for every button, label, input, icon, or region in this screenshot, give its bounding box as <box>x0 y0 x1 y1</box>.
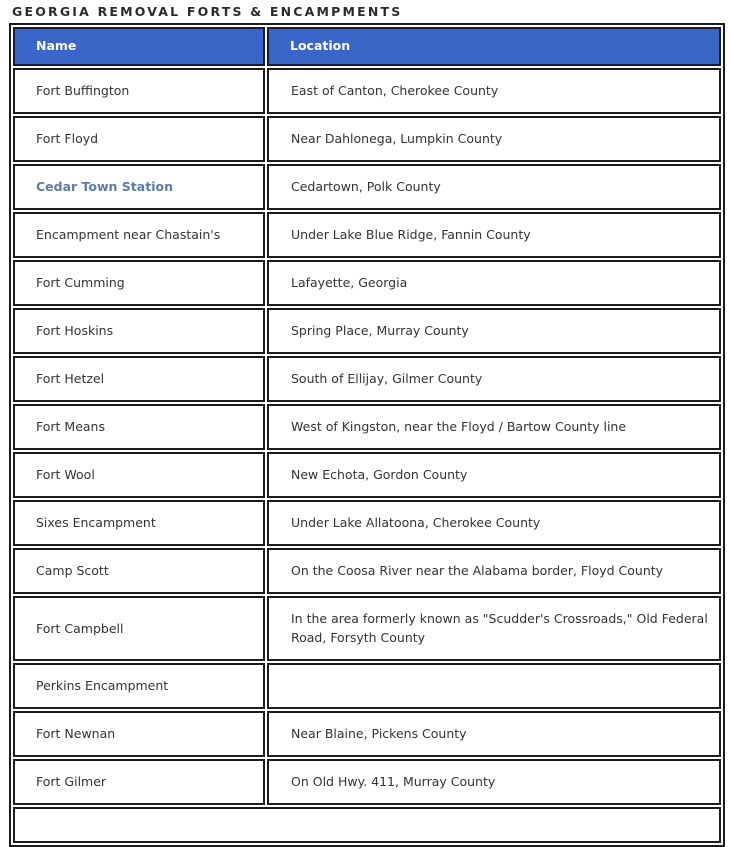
table-row: Camp Scott On the Coosa River near the Al… <box>13 548 721 594</box>
cell-location: Under Lake Allatoona, Cherokee County <box>267 500 721 546</box>
column-header-name[interactable]: Name <box>13 27 265 66</box>
fort-location-label: Cedartown, Polk County <box>291 179 441 194</box>
fort-location-label: Near Dahlonega, Lumpkin County <box>291 131 503 146</box>
table-row: Cedar Town Station Cedartown, Polk County <box>13 164 721 210</box>
fort-name-label: Fort Hoskins <box>36 323 114 338</box>
fort-location-label: On Old Hwy. 411, Murray County <box>291 774 496 789</box>
fort-name-label: Camp Scott <box>36 563 109 578</box>
fort-location-label: On the Coosa River near the Alabama bord… <box>291 563 664 578</box>
cell-location: West of Kingston, near the Floyd / Barto… <box>267 404 721 450</box>
cell-location: Under Lake Blue Ridge, Fannin County <box>267 212 721 258</box>
column-header-location[interactable]: Location <box>267 27 721 66</box>
table-row: Fort Hetzel South of Ellijay, Gilmer Coun… <box>13 356 721 402</box>
cell-name: Fort Hetzel <box>13 356 265 402</box>
cell-name: Perkins Encampment <box>13 663 265 709</box>
table-row: Fort Means West of Kingston, near the Flo… <box>13 404 721 450</box>
fort-location-label: South of Ellijay, Gilmer County <box>291 371 483 386</box>
page-root: GEORGIA REMOVAL FORTS & ENCAMPMENTS Name… <box>0 0 731 847</box>
fort-location-label: East of Canton, Cherokee County <box>291 83 499 98</box>
fort-name-label: Fort Cumming <box>36 275 125 290</box>
cell-location: Near Blaine, Pickens County <box>267 711 721 757</box>
fort-location-label: In the area formerly known as "Scudder's… <box>291 611 708 645</box>
fort-location-label: Lafayette, Georgia <box>291 275 408 290</box>
cell-location: New Echota, Gordon County <box>267 452 721 498</box>
table-header-row: Name Location <box>13 27 721 66</box>
table-header: Name Location <box>13 27 721 66</box>
fort-name-label: Fort Hetzel <box>36 371 105 386</box>
cell-name: Fort Wool <box>13 452 265 498</box>
cell-name: Encampment near Chastain's <box>13 212 265 258</box>
cell-name: Fort Buffington <box>13 68 265 114</box>
table-row: Perkins Encampment <box>13 663 721 709</box>
cell-location: In the area formerly known as "Scudder's… <box>267 596 721 661</box>
table-container: Name Location Fort Buffington East of Can… <box>0 20 731 847</box>
fort-name-link[interactable]: Cedar Town Station <box>36 179 173 194</box>
cell-location: On Old Hwy. 411, Murray County <box>267 759 721 805</box>
fort-name-label: Fort Newnan <box>36 726 116 741</box>
table-body: Fort Buffington East of Canton, Cherokee … <box>13 68 721 843</box>
fort-location-label: Under Lake Blue Ridge, Fannin County <box>291 227 531 242</box>
cell-footer <box>13 807 721 843</box>
cell-name: Fort Means <box>13 404 265 450</box>
fort-name-label: Fort Wool <box>36 467 95 482</box>
cell-name: Cedar Town Station <box>13 164 265 210</box>
table-row: Fort Cumming Lafayette, Georgia <box>13 260 721 306</box>
cell-location: Spring Place, Murray County <box>267 308 721 354</box>
table-row: Encampment near Chastain's Under Lake Blu… <box>13 212 721 258</box>
fort-name-label: Fort Gilmer <box>36 774 107 789</box>
cell-name: Fort Floyd <box>13 116 265 162</box>
table-row: Sixes Encampment Under Lake Allatoona, Ch… <box>13 500 721 546</box>
cell-name: Fort Cumming <box>13 260 265 306</box>
cell-name: Fort Campbell <box>13 596 265 661</box>
fort-location-label: West of Kingston, near the Floyd / Barto… <box>291 419 627 434</box>
table-row: Fort Wool New Echota, Gordon County <box>13 452 721 498</box>
page-title: GEORGIA REMOVAL FORTS & ENCAMPMENTS <box>12 4 403 19</box>
fort-name-label: Fort Floyd <box>36 131 99 146</box>
cell-name: Fort Hoskins <box>13 308 265 354</box>
fort-name-label: Fort Buffington <box>36 83 130 98</box>
cell-location: South of Ellijay, Gilmer County <box>267 356 721 402</box>
cell-location: East of Canton, Cherokee County <box>267 68 721 114</box>
cell-location: On the Coosa River near the Alabama bord… <box>267 548 721 594</box>
cell-location <box>267 663 721 709</box>
fort-name-label: Perkins Encampment <box>36 678 169 693</box>
cell-location: Near Dahlonega, Lumpkin County <box>267 116 721 162</box>
cell-location: Cedartown, Polk County <box>267 164 721 210</box>
fort-location-label: New Echota, Gordon County <box>291 467 468 482</box>
cell-name: Camp Scott <box>13 548 265 594</box>
fort-name-label: Sixes Encampment <box>36 515 156 530</box>
cell-name: Fort Gilmer <box>13 759 265 805</box>
table-row: Fort Floyd Near Dahlonega, Lumpkin County <box>13 116 721 162</box>
fort-location-label: Under Lake Allatoona, Cherokee County <box>291 515 541 530</box>
table-row: Fort Campbell In the area formerly known … <box>13 596 721 661</box>
fort-location-label: Spring Place, Murray County <box>291 323 469 338</box>
table-row: Fort Gilmer On Old Hwy. 411, Murray Count… <box>13 759 721 805</box>
cell-location: Lafayette, Georgia <box>267 260 721 306</box>
fort-location-label: Near Blaine, Pickens County <box>291 726 467 741</box>
table-row: Fort Buffington East of Canton, Cherokee … <box>13 68 721 114</box>
fort-name-label: Fort Means <box>36 419 105 434</box>
cell-name: Sixes Encampment <box>13 500 265 546</box>
fort-name-label: Fort Campbell <box>36 620 124 636</box>
table-row: Fort Hoskins Spring Place, Murray County <box>13 308 721 354</box>
table-footer-row <box>13 807 721 843</box>
cell-name: Fort Newnan <box>13 711 265 757</box>
forts-table: Name Location Fort Buffington East of Can… <box>9 23 725 847</box>
table-row: Fort Newnan Near Blaine, Pickens County <box>13 711 721 757</box>
fort-name-label: Encampment near Chastain's <box>36 227 221 242</box>
